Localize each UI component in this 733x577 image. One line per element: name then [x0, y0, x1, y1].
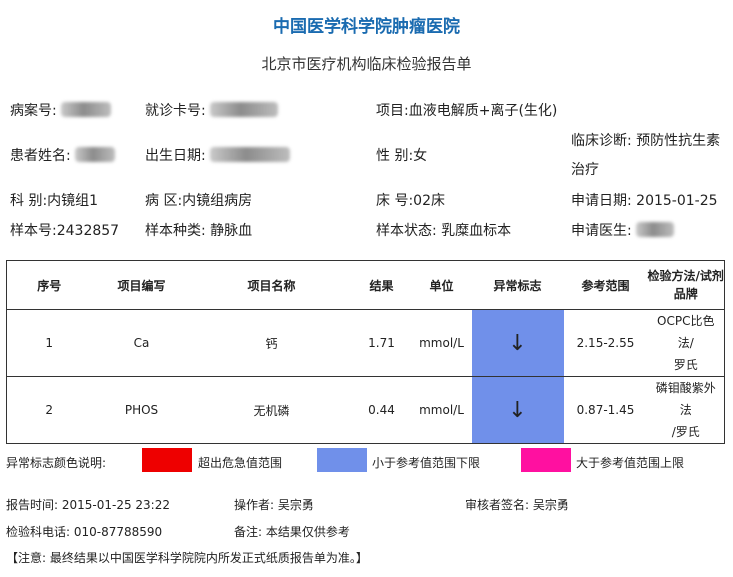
row-flag-down-arrow-icon: ↓ [471, 309, 564, 377]
table-row: 2 PHOS 无机磷 0.44 mmol/L ↓ 0.87-1.45 磷钼酸紫外… [6, 376, 725, 444]
row-range: 0.87-1.45 [563, 376, 648, 444]
row-index: 2 [6, 376, 92, 444]
sample-type: 样本种类: 静脉血 [145, 223, 253, 239]
department: 科 别:内镜组1 [10, 193, 99, 209]
header-unit: 单位 [411, 260, 472, 310]
legend-below-swatch [317, 448, 367, 472]
row-code: PHOS [91, 376, 192, 444]
legend-below-label: 小于参考值范围下限 [372, 456, 481, 470]
record-number-label: 病案号: [10, 103, 57, 119]
apply-date: 申请日期: 2015-01-25 [571, 193, 718, 209]
report-title: 北京市医疗机构临床检验报告单 [261, 55, 472, 73]
header-code: 项目编写 [91, 260, 192, 310]
header-result: 结果 [351, 260, 412, 310]
legend-above-swatch [521, 448, 571, 472]
test-item: 项目:血液电解质+离子(生化) [376, 103, 558, 119]
apply-doctor: 申请医生: [571, 220, 675, 240]
birth-date-label: 出生日期: [145, 148, 206, 164]
row-result: 0.44 [351, 376, 412, 444]
redacted-doctor-name [636, 222, 675, 237]
redacted-visit-card [210, 102, 279, 117]
legend-critical-label: 超出危急值范围 [198, 456, 283, 470]
results-table: 序号 项目编写 项目名称 结果 单位 异常标志 参考范围 检验方法/试剂品牌 1… [6, 260, 725, 444]
clinical-diagnosis-line1: 临床诊断: 预防性抗生素 [571, 133, 721, 149]
header-index: 序号 [6, 260, 92, 310]
row-method: 磷钼酸紫外法 /罗氏 [647, 376, 725, 444]
row-result: 1.71 [351, 309, 412, 377]
row-unit: mmol/L [411, 376, 472, 444]
redacted-record-number [61, 102, 112, 117]
apply-doctor-label: 申请医生: [571, 223, 632, 239]
legend-above-label: 大于参考值范围上限 [576, 456, 685, 470]
row-method-line1: 磷钼酸紫外法 [655, 381, 716, 417]
visit-card-number: 就诊卡号: [145, 100, 279, 120]
legend-critical-swatch [142, 448, 192, 472]
table-header-row: 序号 项目编写 项目名称 结果 单位 异常标志 参考范围 检验方法/试剂品牌 [6, 260, 725, 310]
bed-number: 床 号:02床 [376, 193, 445, 209]
row-code: Ca [91, 309, 192, 377]
clinical-diagnosis-line2: 治疗 [571, 162, 599, 178]
hospital-name: 中国医学科学院肿瘤医院 [273, 17, 460, 37]
reviewer-signature: 审核者签名: 吴宗勇 [465, 498, 569, 512]
row-method-line2: /罗氏 [671, 425, 700, 439]
notice: 【注意: 最终结果以中国医学科学院院内所发正式纸质报告单为准。】 [6, 551, 368, 565]
row-name: 钙 [191, 309, 352, 377]
visit-card-label: 就诊卡号: [145, 103, 206, 119]
header-flag: 异常标志 [471, 260, 564, 310]
row-flag-down-arrow-icon: ↓ [471, 376, 564, 444]
header-name: 项目名称 [191, 260, 352, 310]
sample-status: 样本状态: 乳糜血标本 [376, 223, 512, 239]
legend-title: 异常标志颜色说明: [6, 456, 107, 470]
flag-color-legend: 异常标志颜色说明: 超出危急值范围 小于参考值范围下限 大于参考值范围上限 [6, 448, 726, 474]
redacted-patient-name [75, 147, 116, 162]
patient-name-label: 患者姓名: [10, 148, 71, 164]
row-index: 1 [6, 309, 92, 377]
row-method-line2: 罗氏 [673, 358, 698, 372]
record-number: 病案号: [10, 100, 112, 120]
birth-date: 出生日期: [145, 145, 291, 165]
row-method: OCPC比色法/ 罗氏 [647, 309, 725, 377]
sample-number: 样本号:2432857 [10, 223, 120, 239]
row-range: 2.15-2.55 [563, 309, 648, 377]
header-range: 参考范围 [563, 260, 648, 310]
row-method-line1: OCPC比色法/ [657, 314, 715, 350]
patient-name: 患者姓名: [10, 145, 116, 165]
remark: 备注: 本结果仅供参考 [234, 525, 350, 539]
report-time: 报告时间: 2015-01-25 23:22 [6, 498, 170, 512]
table-row: 1 Ca 钙 1.71 mmol/L ↓ 2.15-2.55 OCPC比色法/ … [6, 309, 725, 377]
ward: 病 区:内镜组病房 [145, 193, 253, 209]
redacted-birth-date [210, 147, 291, 162]
row-name: 无机磷 [191, 376, 352, 444]
lab-phone: 检验科电话: 010-87788590 [6, 525, 163, 539]
header-method: 检验方法/试剂品牌 [647, 260, 725, 310]
row-unit: mmol/L [411, 309, 472, 377]
operator: 操作者: 吴宗勇 [234, 498, 314, 512]
patient-sex: 性 别:女 [376, 148, 428, 164]
